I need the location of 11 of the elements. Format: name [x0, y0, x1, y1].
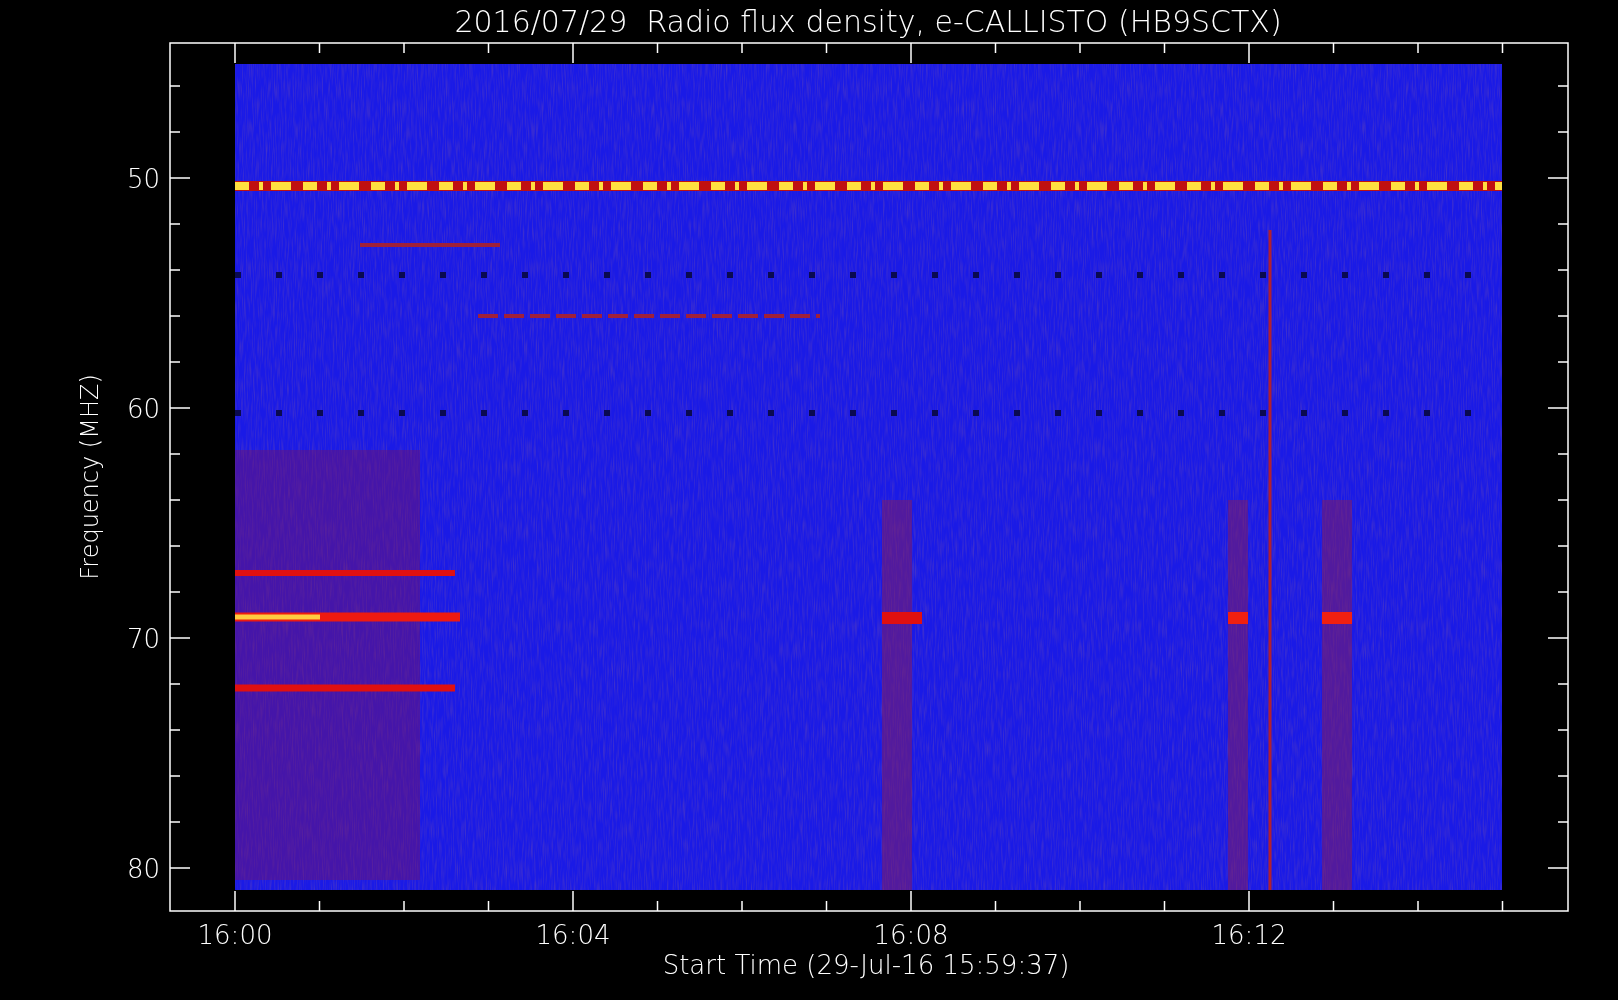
x-tick-label: 16:08 — [873, 920, 949, 950]
chart-title: 2016/07/29 Radio flux density, e-CALLISTO (HB9SCTX) — [454, 4, 1282, 39]
x-tick-label: 16:12 — [1211, 920, 1287, 950]
x-tick-label: 16:04 — [535, 920, 611, 950]
x-axis-label: Start Time (29-Jul-16 15:59:37) — [662, 950, 1070, 980]
y-tick-label: 60 — [126, 394, 160, 424]
x-tick-label: 16:00 — [197, 920, 273, 950]
y-tick-label: 80 — [126, 854, 160, 884]
y-tick-label: 50 — [126, 164, 160, 194]
y-tick-label: 70 — [126, 624, 160, 654]
y-axis-label: Frequency (MHZ) — [76, 374, 104, 580]
